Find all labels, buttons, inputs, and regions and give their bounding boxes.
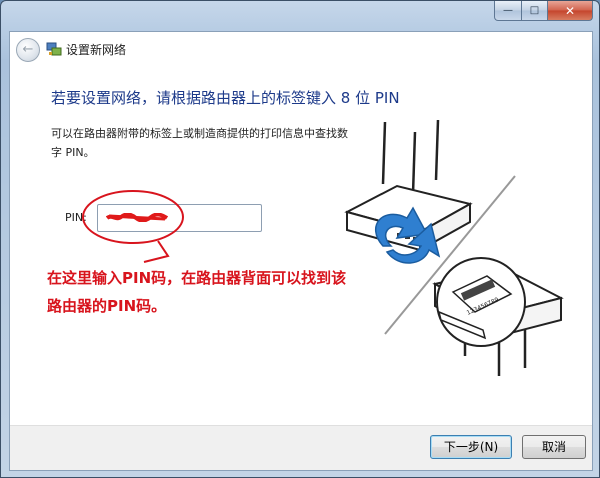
pin-label: PIN: [65, 211, 87, 224]
page-heading: 若要设置网络，请根据路由器上的标签键入 8 位 PIN [51, 89, 400, 107]
label-magnifier: 123456789 [436, 257, 526, 347]
redacted-pin-scribble [106, 213, 168, 222]
caption-buttons: — □ ✕ [494, 1, 593, 21]
window-title: 设置新网络 [66, 43, 127, 57]
setup-network-window: — □ ✕ ← 设置新网络 若要设置网络，请根据路由器上的标签键入 8 位 PI… [0, 0, 600, 478]
wizard-client-area: ← 设置新网络 若要设置网络，请根据路由器上的标签键入 8 位 PIN 可以在路… [9, 31, 593, 471]
wizard-nav-bar: ← 设置新网络 [10, 32, 592, 66]
cancel-button[interactable]: 取消 [522, 435, 586, 459]
annotation-text: 在这里输入PIN码，在路由器背面可以找到该路由器的PIN码。 [47, 269, 347, 315]
close-button[interactable]: ✕ [548, 1, 593, 21]
network-icon [46, 42, 62, 56]
back-arrow-icon[interactable]: ← [16, 38, 40, 62]
next-button[interactable]: 下一步(N) [430, 435, 512, 459]
wizard-footer: 下一步(N) 取消 [10, 425, 592, 470]
minimize-button[interactable]: — [494, 1, 522, 21]
router-illustration: 123456789 [344, 119, 564, 376]
instruction-text: 可以在路由器附带的标签上或制造商提供的打印信息中查找数字 PIN。 [51, 127, 348, 159]
maximize-button[interactable]: □ [522, 1, 548, 21]
annotation-pointer [143, 240, 170, 263]
pin-input[interactable] [97, 204, 262, 232]
